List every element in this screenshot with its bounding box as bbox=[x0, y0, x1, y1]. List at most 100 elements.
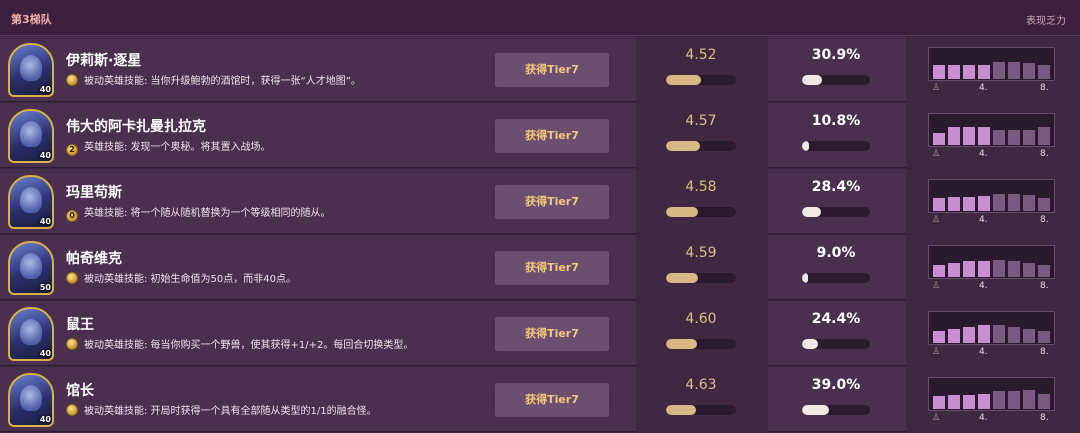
hero-portrait[interactable]: 40 bbox=[8, 43, 54, 97]
distribution-box bbox=[928, 47, 1055, 81]
axis-label-4: 4. bbox=[979, 281, 988, 291]
hero-skill-text: 被动英雄技能: 开局时获得一个具有全部随从类型的1/1的融合怪。 bbox=[66, 402, 377, 417]
average-placement-fill bbox=[666, 207, 699, 217]
distribution-box bbox=[928, 377, 1055, 411]
distribution-bar bbox=[978, 325, 990, 343]
hero-portrait[interactable]: 40 bbox=[8, 373, 54, 427]
pick-rate: 10.8% bbox=[811, 113, 861, 129]
coin-icon bbox=[66, 338, 78, 350]
distribution-bar bbox=[1038, 65, 1050, 79]
distribution-bar bbox=[1023, 130, 1035, 145]
pick-rate-bar bbox=[802, 75, 870, 85]
hero-skill-text: 被动英雄技能: 每当你购买一个野兽，使其获得+1/+2。每回合切换类型。 bbox=[66, 336, 413, 351]
placement-distribution-chart[interactable]: ♙ 4. 8. bbox=[928, 47, 1055, 95]
hero-row[interactable]: 40 馆长 被动英雄技能: 开局时获得一个具有全部随从类型的1/1的融合怪。 获得Ti… bbox=[0, 367, 1080, 432]
average-placement: 4.63 bbox=[685, 377, 717, 393]
axis-label-4: 4. bbox=[979, 215, 988, 225]
distribution-bar bbox=[1038, 265, 1050, 277]
distribution-bar bbox=[963, 127, 975, 145]
hero-portrait-art bbox=[20, 121, 42, 147]
hero-health: 40 bbox=[39, 415, 51, 424]
get-tier7-button[interactable]: 获得Tier7 bbox=[495, 185, 609, 219]
distribution-bar bbox=[1038, 198, 1050, 211]
hero-skill-description: 被动英雄技能: 当你升级鲍勃的酒馆时，获得一张“人才地图”。 bbox=[84, 76, 361, 87]
placement-distribution-chart[interactable]: ♙ 4. 8. bbox=[928, 245, 1055, 293]
hero-health: 50 bbox=[39, 283, 51, 292]
average-placement-fill bbox=[666, 75, 701, 85]
distribution-bar bbox=[978, 127, 990, 145]
distribution-bar bbox=[1008, 327, 1020, 343]
axis-label-8: 8. bbox=[1040, 281, 1049, 291]
distribution-bar bbox=[948, 329, 960, 343]
hero-portrait-art bbox=[20, 55, 42, 81]
axis-label-8: 8. bbox=[1040, 413, 1049, 423]
distribution-bar bbox=[978, 394, 990, 409]
hero-portrait[interactable]: 40 bbox=[8, 109, 54, 163]
distribution-bar bbox=[948, 127, 960, 145]
distribution-bar bbox=[978, 196, 990, 211]
average-placement: 4.60 bbox=[685, 311, 717, 327]
hero-skill-description: 英雄技能: 将一个随从随机替换为一个等级相同的随从。 bbox=[84, 208, 331, 219]
distribution-bar bbox=[993, 194, 1005, 211]
distribution-bar bbox=[948, 263, 960, 277]
distribution-box bbox=[928, 113, 1055, 147]
hero-row[interactable]: 50 帕奇维克 被动英雄技能: 初始生命值为50点，而非40点。 获得Tier7 4.5… bbox=[0, 235, 1080, 300]
hero-portrait[interactable]: 40 bbox=[8, 307, 54, 361]
distribution-bar bbox=[963, 395, 975, 409]
hero-portrait[interactable]: 50 bbox=[8, 241, 54, 295]
hero-skill-description: 被动英雄技能: 每当你购买一个野兽，使其获得+1/+2。每回合切换类型。 bbox=[84, 340, 414, 351]
distribution-bar bbox=[993, 391, 1005, 409]
pick-rate-fill bbox=[802, 405, 829, 415]
hero-portrait[interactable]: 40 bbox=[8, 175, 54, 229]
distribution-bar bbox=[1038, 127, 1050, 145]
distribution-bar bbox=[963, 197, 975, 211]
trophy-icon: ♙ bbox=[932, 281, 941, 291]
hero-name: 伊莉斯·逐星 bbox=[66, 53, 142, 69]
get-tier7-button[interactable]: 获得Tier7 bbox=[495, 119, 609, 153]
distribution-bar bbox=[948, 197, 960, 211]
distribution-box bbox=[928, 179, 1055, 213]
distribution-bar bbox=[1008, 130, 1020, 145]
hero-portrait-art bbox=[20, 385, 42, 411]
hero-row[interactable]: 40 伟大的阿卡扎曼扎拉克 2 英雄技能: 发现一个奥秘。将其置入战场。 获得Tier7… bbox=[0, 103, 1080, 168]
hero-portrait-art bbox=[20, 319, 42, 345]
average-placement: 4.57 bbox=[685, 113, 717, 129]
pick-rate: 30.9% bbox=[811, 47, 861, 63]
distribution-bar bbox=[993, 130, 1005, 145]
distribution-bar bbox=[933, 396, 945, 409]
placement-distribution-chart[interactable]: ♙ 4. 8. bbox=[928, 377, 1055, 425]
distribution-bar bbox=[1023, 390, 1035, 409]
hero-row[interactable]: 40 玛里苟斯 0 英雄技能: 将一个随从随机替换为一个等级相同的随从。 获得Tier7… bbox=[0, 169, 1080, 234]
hero-row[interactable]: 40 鼠王 被动英雄技能: 每当你购买一个野兽，使其获得+1/+2。每回合切换类型。… bbox=[0, 301, 1080, 366]
pick-rate-bar bbox=[802, 141, 870, 151]
trophy-icon: ♙ bbox=[932, 149, 941, 159]
pick-rate-fill bbox=[802, 273, 809, 283]
coin-icon bbox=[66, 404, 78, 416]
get-tier7-button[interactable]: 获得Tier7 bbox=[495, 251, 609, 285]
average-placement-fill bbox=[666, 141, 700, 151]
average-placement: 4.58 bbox=[685, 179, 717, 195]
get-tier7-button[interactable]: 获得Tier7 bbox=[495, 53, 609, 87]
average-placement-bar bbox=[666, 141, 736, 151]
trophy-icon: ♙ bbox=[932, 215, 941, 225]
hero-skill-text: 2 英雄技能: 发现一个奥秘。将其置入战场。 bbox=[66, 138, 271, 156]
distribution-bar bbox=[933, 133, 945, 145]
get-tier7-button[interactable]: 获得Tier7 bbox=[495, 383, 609, 417]
coin-icon: 0 bbox=[66, 210, 78, 222]
tier-header: 第3梯队 表现乏力 bbox=[0, 0, 1080, 36]
average-placement-bar bbox=[666, 339, 736, 349]
pick-rate-bar bbox=[802, 405, 870, 415]
hero-row[interactable]: 40 伊莉斯·逐星被动英雄技能: 当你升级鲍勃的酒馆时，获得一张“人才地图”。 获得… bbox=[0, 37, 1080, 102]
axis-label-8: 8. bbox=[1040, 149, 1049, 159]
placement-distribution-chart[interactable]: ♙ 4. 8. bbox=[928, 179, 1055, 227]
hero-health: 40 bbox=[39, 217, 51, 226]
placement-distribution-chart[interactable]: ♙ 4. 8. bbox=[928, 113, 1055, 161]
placement-distribution-chart[interactable]: ♙ 4. 8. bbox=[928, 311, 1055, 359]
distribution-bar bbox=[1008, 62, 1020, 79]
average-placement-bar bbox=[666, 273, 736, 283]
hero-skill-text: 被动英雄技能: 初始生命值为50点，而非40点。 bbox=[66, 270, 296, 285]
hero-portrait-art bbox=[20, 253, 42, 279]
hero-skill-description: 被动英雄技能: 初始生命值为50点，而非40点。 bbox=[84, 274, 296, 285]
get-tier7-button[interactable]: 获得Tier7 bbox=[495, 317, 609, 351]
pick-rate-bar bbox=[802, 207, 870, 217]
